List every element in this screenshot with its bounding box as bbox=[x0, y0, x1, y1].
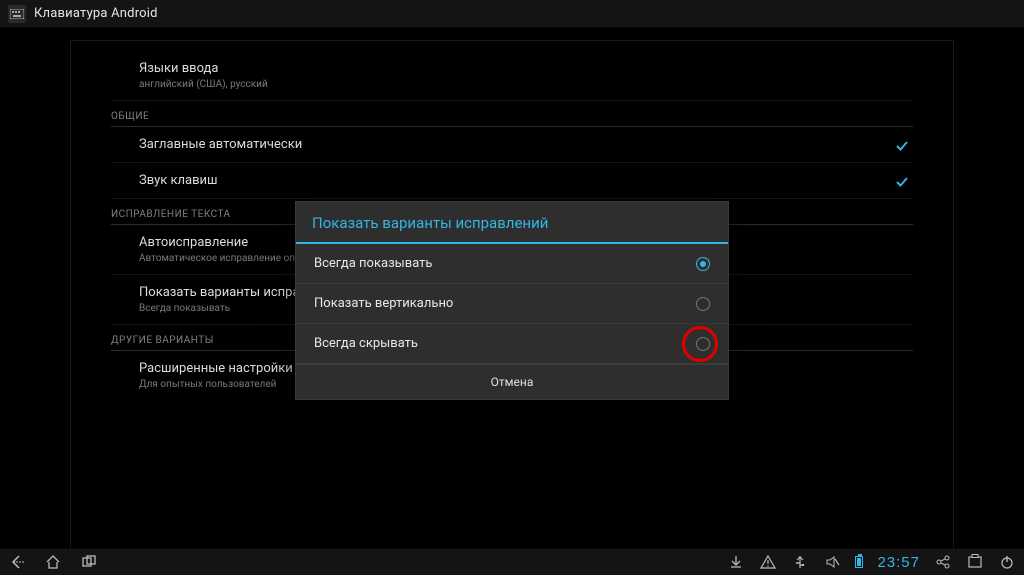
row-title: Звук клавиш bbox=[139, 173, 218, 188]
section-general: ОБЩИЕ bbox=[111, 101, 913, 127]
home-icon[interactable] bbox=[44, 553, 62, 571]
dialog-title: Показать варианты исправлений bbox=[296, 202, 728, 242]
dialog-option-always-hide[interactable]: Всегда скрывать bbox=[296, 324, 728, 364]
row-subtitle: Для опытных пользователей bbox=[139, 379, 293, 390]
radio-icon[interactable] bbox=[696, 257, 710, 271]
nav-right: 23:57 bbox=[727, 553, 1016, 571]
dialog-option-always-show[interactable]: Всегда показывать bbox=[296, 244, 728, 284]
row-title: Языки ввода bbox=[139, 61, 268, 76]
row-title: Расширенные настройки bbox=[139, 361, 293, 376]
content: Языки ввода английский (США), русский ОБ… bbox=[0, 28, 1024, 548]
share-icon[interactable] bbox=[934, 553, 952, 571]
screenshot-icon[interactable] bbox=[966, 553, 984, 571]
download-icon[interactable] bbox=[727, 553, 745, 571]
checkbox-icon[interactable] bbox=[895, 174, 909, 188]
dialog-option-show-portrait[interactable]: Показать вертикально bbox=[296, 284, 728, 324]
clock[interactable]: 23:57 bbox=[877, 554, 920, 571]
dialog-option-label: Показать вертикально bbox=[314, 296, 453, 311]
mute-icon[interactable] bbox=[823, 553, 841, 571]
usb-icon[interactable] bbox=[791, 553, 809, 571]
screen: Клавиатура Android Языки ввода английски… bbox=[0, 0, 1024, 575]
dialog-cancel-button[interactable]: Отмена bbox=[296, 364, 728, 399]
recent-apps-icon[interactable] bbox=[80, 553, 98, 571]
checkbox-icon[interactable] bbox=[895, 138, 909, 152]
row-subtitle: английский (США), русский bbox=[139, 79, 268, 90]
dialog-option-label: Всегда показывать bbox=[314, 256, 432, 271]
clock-time: 23:57 bbox=[877, 554, 920, 571]
app-title: Клавиатура Android bbox=[34, 6, 158, 21]
warning-icon[interactable] bbox=[759, 553, 777, 571]
row-input-languages[interactable]: Языки ввода английский (США), русский bbox=[111, 51, 913, 101]
battery-icon[interactable] bbox=[855, 556, 863, 568]
row-auto-caps[interactable]: Заглавные автоматически bbox=[111, 127, 913, 163]
app-bar: Клавиатура Android bbox=[0, 0, 1024, 28]
nav-left bbox=[8, 553, 98, 571]
dialog-show-corrections: Показать варианты исправлений Всегда пок… bbox=[295, 201, 729, 400]
row-key-sound[interactable]: Звук клавиш bbox=[111, 163, 913, 199]
back-icon[interactable] bbox=[8, 553, 26, 571]
power-icon[interactable] bbox=[998, 553, 1016, 571]
row-title: Заглавные автоматически bbox=[139, 137, 302, 152]
radio-icon[interactable] bbox=[696, 297, 710, 311]
nav-bar: 23:57 bbox=[0, 548, 1024, 575]
dialog-option-label: Всегда скрывать bbox=[314, 336, 418, 351]
radio-icon[interactable] bbox=[696, 337, 710, 351]
keyboard-icon bbox=[8, 5, 26, 23]
